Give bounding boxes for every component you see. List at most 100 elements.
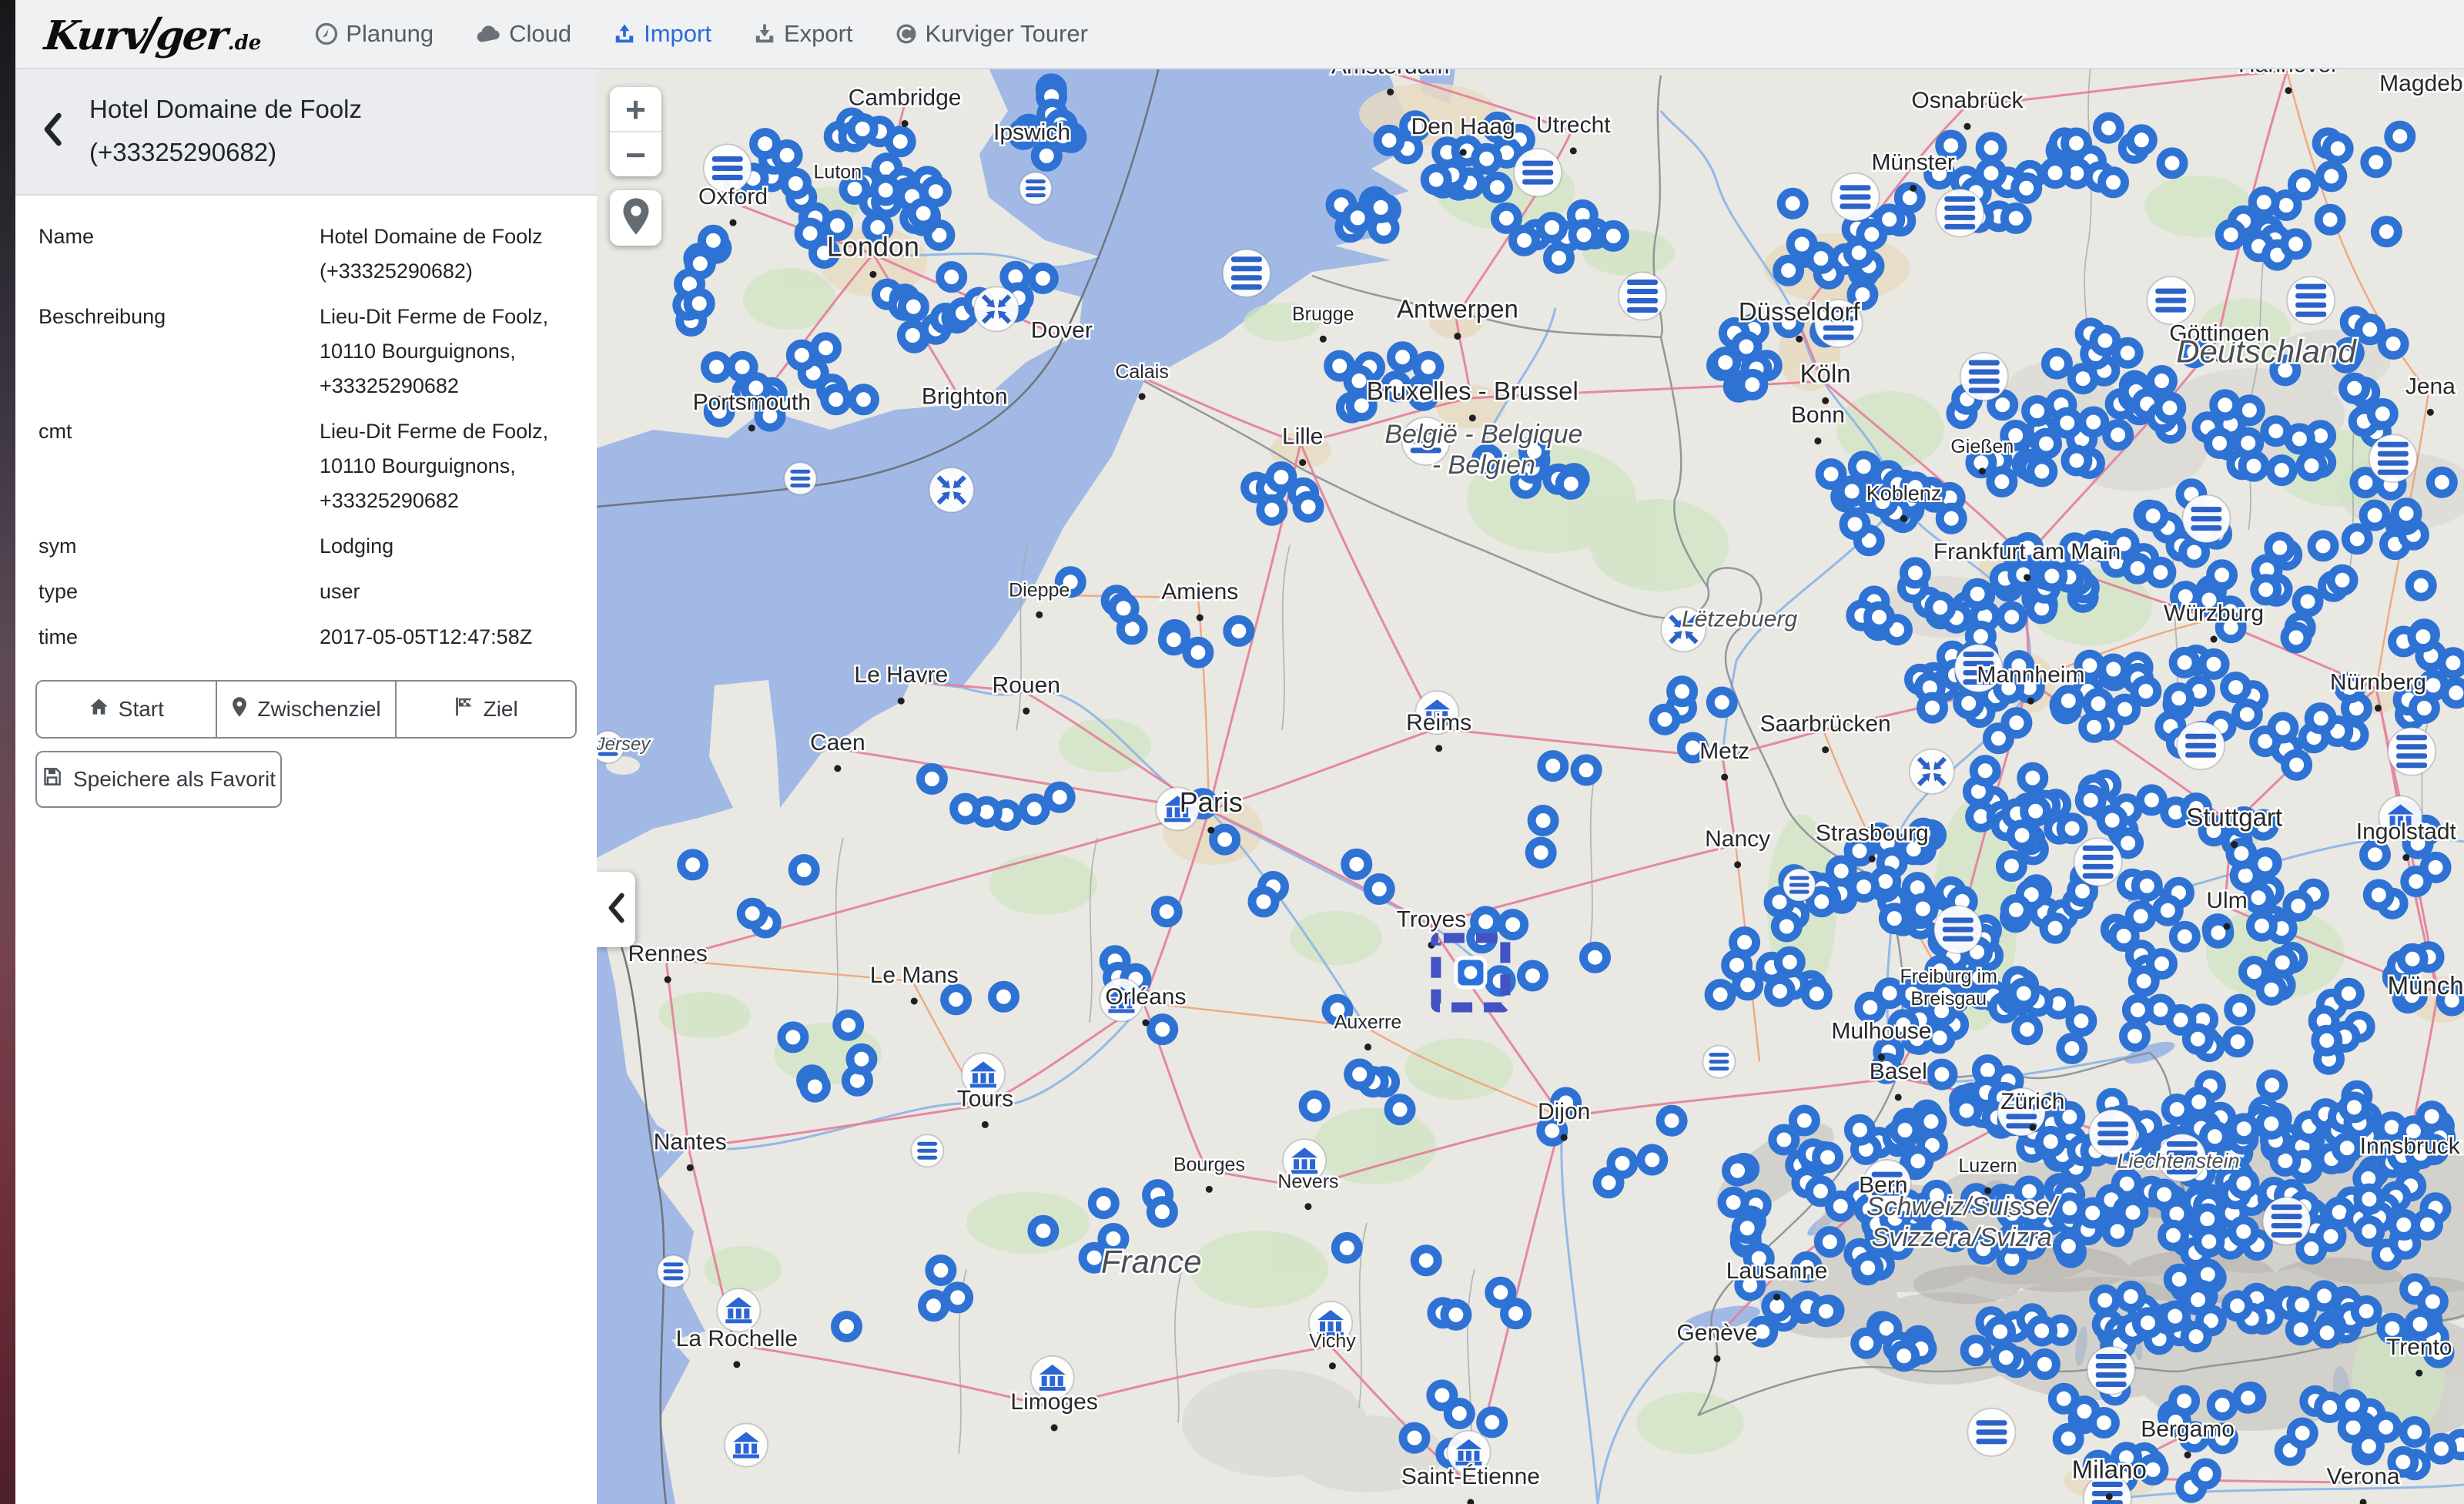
spiderfy-cluster-icon xyxy=(929,467,974,512)
start-button[interactable]: Start xyxy=(37,682,216,737)
svg-text:Dieppe: Dieppe xyxy=(1009,579,1070,601)
svg-text:Nevers: Nevers xyxy=(1277,1171,1338,1193)
svg-text:Amsterdam: Amsterdam xyxy=(1331,68,1449,79)
svg-text:Caen: Caen xyxy=(810,730,865,755)
svg-text:Nürnberg: Nürnberg xyxy=(2330,670,2426,695)
flag-icon xyxy=(454,696,474,722)
brand-text: Kurv xyxy=(42,12,149,59)
zwischenziel-button[interactable]: Zwischenziel xyxy=(216,682,396,737)
field-row-type: type user xyxy=(38,569,591,615)
marker-tool-button[interactable] xyxy=(610,190,661,246)
marker-cluster-icon xyxy=(2147,276,2194,324)
svg-text:London: London xyxy=(827,230,919,262)
poi-title-line1: Hotel Domaine de Foolz xyxy=(89,88,362,131)
chevron-left-icon xyxy=(41,112,64,150)
svg-text:Nancy: Nancy xyxy=(1705,826,1770,852)
spiderfy-cluster-icon xyxy=(1910,749,1954,794)
field-row-beschreibung: Beschreibung Lieu-Dit Ferme de Foolz, 10… xyxy=(38,294,591,409)
marker-cluster-icon xyxy=(2388,728,2436,775)
svg-text:Dover: Dover xyxy=(1031,318,1093,343)
svg-text:Amiens: Amiens xyxy=(1161,579,1238,605)
zoom-in-button[interactable]: + xyxy=(610,87,661,132)
top-navbar: Kurv∕ger.de Planung Cloud Import Export xyxy=(15,0,2464,69)
svg-text:Jersey: Jersey xyxy=(597,734,651,755)
svg-text:Köln: Köln xyxy=(1800,359,1851,387)
svg-text:Würzburg: Würzburg xyxy=(2164,601,2264,626)
field-row-sym: sym Lodging xyxy=(38,524,591,569)
nav-item-label: Planung xyxy=(346,20,434,48)
upload-icon xyxy=(613,22,636,45)
svg-text:Rouen: Rouen xyxy=(993,672,1060,698)
nav-item-export[interactable]: Export xyxy=(753,20,853,48)
marker-cluster-icon xyxy=(657,1255,689,1288)
svg-text:Stuttgart: Stuttgart xyxy=(2186,803,2282,832)
svg-text:Trento: Trento xyxy=(2386,1335,2452,1360)
ziel-button[interactable]: Ziel xyxy=(395,682,575,737)
marker-cluster-icon xyxy=(1936,189,1984,236)
svg-text:Verona: Verona xyxy=(2327,1464,2400,1489)
svg-text:Milano: Milano xyxy=(2072,1455,2147,1483)
svg-text:Svizzera/Svizra: Svizzera/Svizra xyxy=(1872,1223,2052,1252)
svg-text:Koblenz: Koblenz xyxy=(1866,481,1942,504)
svg-text:- Belgien: - Belgien xyxy=(1432,451,1535,480)
svg-text:München: München xyxy=(2388,971,2464,1000)
field-row-name: Name Hotel Domaine de Foolz (+3332529068… xyxy=(38,214,591,294)
zoom-out-button[interactable]: − xyxy=(610,132,661,176)
svg-text:Nantes: Nantes xyxy=(654,1129,727,1154)
svg-text:Vichy: Vichy xyxy=(1309,1331,1356,1352)
svg-text:Lausanne: Lausanne xyxy=(1726,1258,1828,1284)
svg-text:Orléans: Orléans xyxy=(1105,984,1186,1010)
svg-text:Deutschland: Deutschland xyxy=(2176,333,2357,369)
svg-text:Magdeburg: Magdeburg xyxy=(2379,71,2464,96)
marker-cluster-icon xyxy=(1223,250,1270,297)
back-button[interactable] xyxy=(15,112,89,150)
svg-text:Cambridge: Cambridge xyxy=(849,85,962,110)
marker-overlay: AmsterdamDen HaagUtrechtCambridgeIpswich… xyxy=(597,68,2464,1504)
route-action-button-group: Start Zwischenziel Ziel xyxy=(35,680,577,739)
marker-cluster-icon xyxy=(784,462,816,494)
nav-item-cloud[interactable]: Cloud xyxy=(475,20,571,48)
svg-text:Limoges: Limoges xyxy=(1010,1389,1097,1415)
svg-text:Liechtenstein: Liechtenstein xyxy=(2117,1150,2239,1173)
svg-text:Tours: Tours xyxy=(957,1086,1013,1111)
sidebar-collapse-handle[interactable] xyxy=(597,872,635,947)
marker-cluster-icon xyxy=(1619,273,1666,320)
svg-text:Luton: Luton xyxy=(814,162,862,183)
svg-text:Utrecht: Utrecht xyxy=(1536,112,1611,138)
svg-text:Mulhouse: Mulhouse xyxy=(1831,1019,1931,1044)
poi-markers[interactable] xyxy=(677,78,2464,1499)
tourer-logo-icon xyxy=(895,22,918,45)
nav-item-kurviger-tourer[interactable]: Kurviger Tourer xyxy=(895,20,1088,48)
svg-text:Rennes: Rennes xyxy=(628,941,707,966)
brand-logo[interactable]: Kurv∕ger.de xyxy=(45,8,261,60)
poi-field-table: Name Hotel Domaine de Foolz (+3332529068… xyxy=(15,196,597,660)
marker-cluster-icon xyxy=(2287,276,2335,324)
spiderfy-cluster-icon xyxy=(974,286,1019,331)
nav-item-planung[interactable]: Planung xyxy=(315,20,434,48)
svg-text:La Rochelle: La Rochelle xyxy=(676,1326,798,1352)
svg-text:Zürich: Zürich xyxy=(2000,1089,2064,1114)
home-icon xyxy=(89,696,109,722)
nav-item-label: Kurviger Tourer xyxy=(926,20,1088,48)
marker-cluster-icon xyxy=(2074,838,2122,886)
save-favorite-button[interactable]: Speichere als Favorit xyxy=(35,751,282,808)
svg-text:Breisgau: Breisgau xyxy=(1910,988,1987,1010)
zoom-control: + − xyxy=(610,87,661,176)
marker-cluster-icon xyxy=(1831,173,1879,221)
svg-text:Jena: Jena xyxy=(2405,373,2456,399)
svg-text:Mannheim: Mannheim xyxy=(1977,662,2084,688)
poi-detail-panel: Hotel Domaine de Foolz (+33325290682) Na… xyxy=(15,68,597,1504)
svg-text:France: France xyxy=(1101,1244,1202,1280)
svg-text:Troyes: Troyes xyxy=(1397,906,1467,932)
svg-text:Calais: Calais xyxy=(1115,361,1168,383)
map-canvas[interactable]: AmsterdamDen HaagUtrechtCambridgeIpswich… xyxy=(597,68,2464,1504)
svg-text:Bruxelles - Brussel: Bruxelles - Brussel xyxy=(1367,377,1578,405)
marker-cluster-icon xyxy=(1019,173,1052,205)
nav-item-import[interactable]: Import xyxy=(613,20,711,48)
poi-detail-header: Hotel Domaine de Foolz (+33325290682) xyxy=(15,68,597,196)
marker-cluster-icon xyxy=(1702,1046,1735,1078)
field-row-time: time 2017-05-05T12:47:58Z xyxy=(38,615,591,660)
field-row-cmt: cmt Lieu-Dit Ferme de Foolz, 10110 Bourg… xyxy=(38,409,591,524)
svg-text:Saarbrücken: Saarbrücken xyxy=(1760,712,1891,737)
svg-text:Lille: Lille xyxy=(1282,424,1323,450)
